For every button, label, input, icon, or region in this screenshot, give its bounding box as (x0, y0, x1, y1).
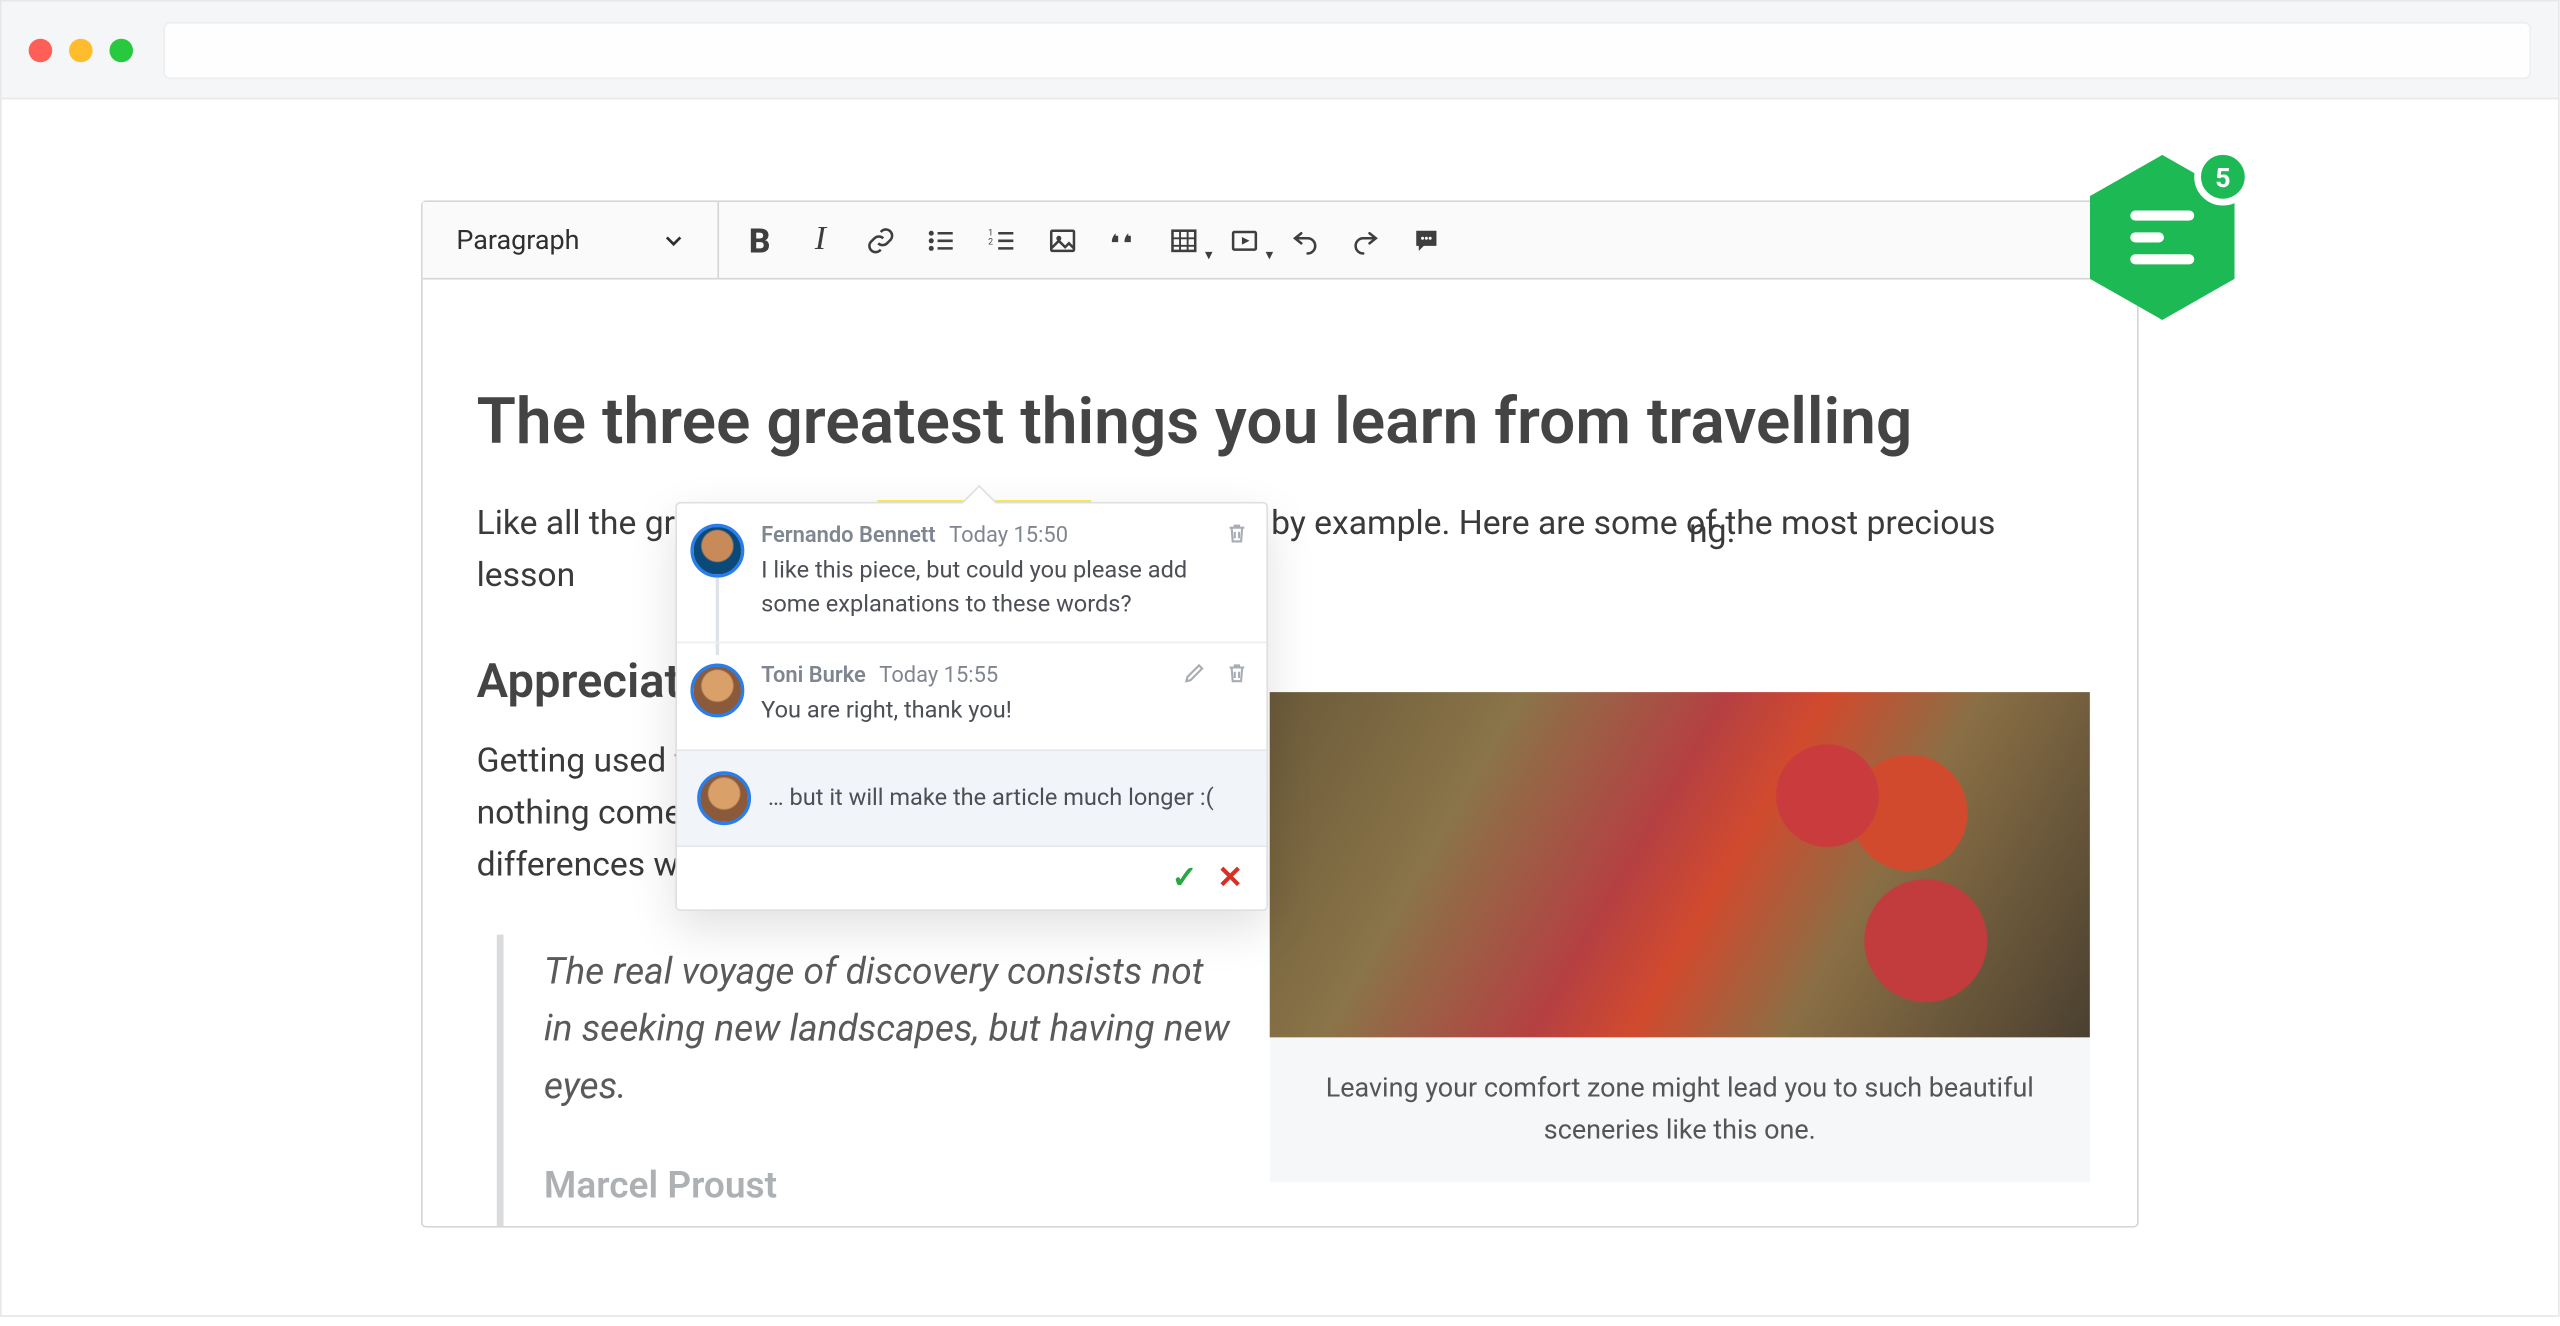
close-window-button[interactable] (29, 38, 53, 62)
blockquote: The real voyage of discovery consists no… (497, 935, 1238, 1225)
bold-button[interactable]: B (729, 210, 790, 271)
chevron-down-icon (664, 230, 684, 250)
delete-comment-button[interactable] (1224, 520, 1249, 552)
quote-icon (1108, 225, 1138, 255)
comment-time: Today 15:55 (879, 664, 998, 689)
media-button[interactable]: ▾ (1214, 210, 1275, 271)
comment-thread-popover: Fernando Bennett Today 15:50 I like this… (675, 502, 1268, 911)
reply-input[interactable]: … but it will make the article much long… (768, 784, 1246, 811)
quote-author: Marcel Proust (544, 1158, 1238, 1215)
undo-button[interactable] (1275, 210, 1336, 271)
comment-text: You are right, thank you! (761, 696, 1246, 729)
chevron-down-icon: ▾ (1266, 247, 1274, 264)
avatar (697, 771, 751, 825)
editor-toolbar: Paragraph B I 12 (423, 202, 2137, 279)
delete-comment-button[interactable] (1224, 660, 1249, 692)
table-icon (1169, 225, 1199, 255)
svg-text:2: 2 (988, 237, 993, 247)
comment-text: I like this piece, but could you please … (761, 556, 1246, 622)
numbered-list-button[interactable]: 12 (972, 210, 1033, 271)
figure-image[interactable] (1270, 692, 2090, 1037)
comment-button[interactable] (1396, 210, 1457, 271)
trash-icon (1224, 520, 1249, 545)
trash-icon (1224, 660, 1249, 685)
image-button[interactable] (1033, 210, 1094, 271)
maximize-window-button[interactable] (109, 38, 133, 62)
bullet-list-button[interactable] (911, 210, 972, 271)
pencil-icon (1182, 660, 1207, 685)
redo-button[interactable] (1336, 210, 1397, 271)
comment: Toni Burke Today 15:55 You are right, th… (677, 642, 1266, 749)
text-fragment: ng. (1689, 505, 1735, 557)
table-button[interactable]: ▾ (1154, 210, 1215, 271)
image-icon (1048, 225, 1078, 255)
numbered-list-icon: 12 (987, 225, 1017, 255)
link-icon (866, 225, 896, 255)
comment-time: Today 15:50 (949, 524, 1068, 549)
comment: Fernando Bennett Today 15:50 I like this… (677, 504, 1266, 642)
minimize-window-button[interactable] (69, 38, 93, 62)
chevron-down-icon: ▾ (1205, 247, 1213, 264)
window-controls (29, 38, 133, 62)
comments-count: 5 (2194, 148, 2251, 205)
heading-dropdown[interactable]: Paragraph (433, 224, 708, 256)
italic-button[interactable]: I (790, 210, 851, 271)
reply-input-row: … but it will make the article much long… (677, 749, 1266, 845)
avatar (690, 524, 744, 578)
document-title: The three greatest things you learn from… (477, 374, 2084, 473)
redo-icon (1351, 225, 1381, 255)
comment-icon (1411, 225, 1441, 255)
comment-author: Toni Burke (761, 664, 866, 689)
undo-icon (1290, 225, 1320, 255)
blockquote-button[interactable] (1093, 210, 1154, 271)
edit-comment-button[interactable] (1182, 660, 1207, 692)
avatar (690, 664, 744, 718)
figure: Leaving your comfort zone might lead you… (1270, 692, 2090, 1181)
reply-actions: ✓ ✕ (677, 845, 1266, 909)
quote-text: The real voyage of discovery consists no… (544, 945, 1238, 1117)
link-button[interactable] (851, 210, 912, 271)
url-bar[interactable] (163, 21, 2531, 78)
media-icon (1230, 225, 1260, 255)
figure-caption: Leaving your comfort zone might lead you… (1270, 1037, 2090, 1181)
comments-badge[interactable]: 5 (2090, 155, 2235, 320)
comment-author: Fernando Bennett (761, 524, 935, 549)
browser-chrome (2, 2, 2558, 100)
bullet-list-icon (926, 225, 956, 255)
submit-reply-button[interactable]: ✓ (1172, 860, 1197, 895)
cancel-reply-button[interactable]: ✕ (1217, 860, 1242, 895)
heading-label: Paragraph (456, 224, 579, 256)
